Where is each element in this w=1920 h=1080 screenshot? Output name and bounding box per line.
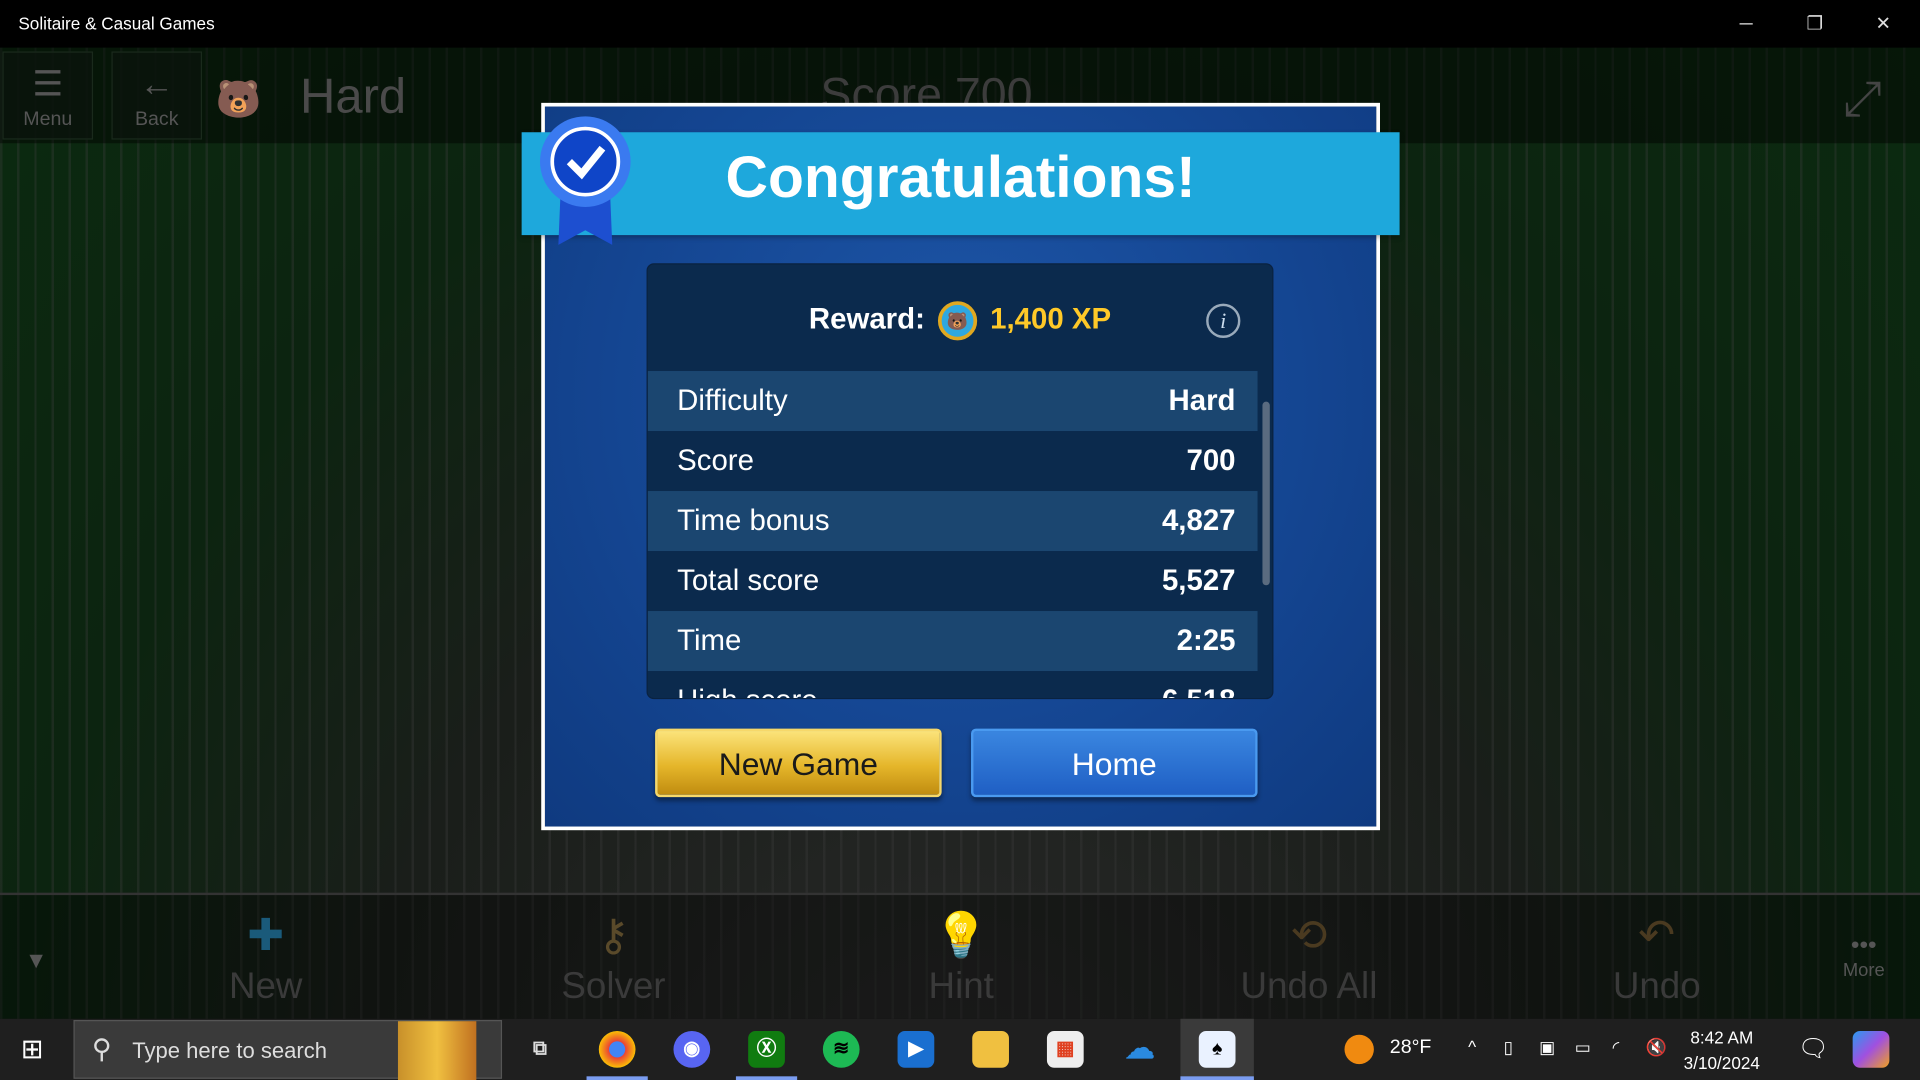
menu-button[interactable]: ☰ Menu bbox=[2, 51, 94, 140]
game-bottom-bar: ▾ ✚ New ⚷ Solver 💡 Hint ⟲ Undo All ↶ Undo •••… bbox=[0, 892, 1920, 1019]
hamburger-icon: ☰ bbox=[32, 64, 64, 103]
dialog-title: Congratulations! bbox=[725, 145, 1196, 211]
more-button[interactable]: ••• More bbox=[1843, 932, 1885, 981]
results-scrollbar[interactable] bbox=[1262, 401, 1270, 586]
weather-sun-icon[interactable] bbox=[1344, 1034, 1374, 1065]
clock[interactable]: 8:42 AM 3/10/2024 bbox=[1684, 1025, 1760, 1076]
active-indicator bbox=[735, 1076, 798, 1080]
hint-button[interactable]: 💡 Hint bbox=[876, 905, 1047, 1008]
search-placeholder: Type here to search bbox=[132, 1038, 328, 1063]
solitaire-icon: ♠ bbox=[1198, 1031, 1236, 1068]
discord-icon[interactable]: ◉ bbox=[673, 1031, 711, 1068]
result-row: High score6,518 bbox=[648, 671, 1258, 697]
results-panel: Reward: 🐻 1,400 XP i Difficulty Hard Scor… bbox=[646, 263, 1274, 700]
notifications-icon[interactable]: 🗨 bbox=[1798, 1033, 1829, 1064]
result-row: Time 2:25 bbox=[647, 611, 1258, 672]
security-icon[interactable]: ▣ bbox=[1539, 1037, 1555, 1058]
device-icon[interactable]: ▯ bbox=[1504, 1037, 1513, 1058]
back-button[interactable]: ← Back bbox=[111, 51, 203, 140]
active-indicator bbox=[1180, 1076, 1254, 1080]
undo-icon: ↶ bbox=[1638, 909, 1676, 961]
plus-icon: ✚ bbox=[247, 909, 285, 961]
solver-label: Solver bbox=[561, 966, 666, 1007]
search-highlight-image bbox=[397, 1021, 477, 1080]
close-button[interactable]: ✕ bbox=[1855, 7, 1911, 41]
undo-all-label: Undo All bbox=[1240, 966, 1378, 1007]
back-arrow-icon: ← bbox=[139, 64, 174, 103]
result-row: Time bonus 4,827 bbox=[647, 491, 1258, 552]
key-icon: ⚷ bbox=[597, 909, 630, 961]
reward-label: Reward: bbox=[808, 302, 925, 336]
lightbulb-icon: 💡 bbox=[933, 909, 989, 961]
undo-all-icon: ⟲ bbox=[1290, 909, 1328, 961]
award-ribbon-icon bbox=[540, 116, 631, 245]
taskbar: ⊞ ⚲ Type here to search ⧉ ◉ Ⓧ ≋ ▶ ▦ ☁ ♠ … bbox=[0, 1018, 1920, 1080]
reward-line: Reward: 🐻 1,400 XP bbox=[648, 301, 1272, 341]
more-label: More bbox=[1842, 960, 1885, 981]
new-label: New bbox=[228, 966, 303, 1007]
info-icon[interactable]: i bbox=[1206, 303, 1241, 338]
back-label: Back bbox=[134, 108, 179, 130]
solitaire-taskbar-button[interactable]: ♠ bbox=[1180, 1018, 1254, 1080]
windows-start-icon[interactable]: ⊞ bbox=[21, 1033, 44, 1065]
weather-temp[interactable]: 28°F bbox=[1390, 1037, 1432, 1059]
menu-label: Menu bbox=[23, 108, 73, 130]
reward-value: 1,400 XP bbox=[990, 302, 1112, 336]
difficulty-label: Hard bbox=[300, 69, 407, 124]
polar-bear-icon: 🐻 bbox=[215, 79, 262, 121]
fullscreen-icon[interactable]: ⤢ bbox=[1843, 72, 1882, 127]
copilot-icon[interactable] bbox=[1852, 1031, 1890, 1068]
microsoft-store-icon[interactable]: ▦ bbox=[1046, 1031, 1084, 1068]
restore-button[interactable]: ❐ bbox=[1787, 7, 1843, 41]
collapse-icon[interactable]: ▾ bbox=[29, 944, 43, 976]
window-title: Solitaire & Casual Games bbox=[18, 13, 215, 34]
result-row: Score 700 bbox=[677, 444, 1236, 478]
media-player-icon[interactable]: ▶ bbox=[897, 1031, 935, 1068]
solver-button[interactable]: ⚷ Solver bbox=[528, 905, 699, 1008]
xbox-icon[interactable]: Ⓧ bbox=[748, 1031, 785, 1068]
title-bar: Solitaire & Casual Games ─ ❐ ✕ bbox=[0, 0, 1920, 48]
new-game-button[interactable]: New Game bbox=[655, 728, 942, 798]
minimize-button[interactable]: ─ bbox=[1718, 7, 1774, 41]
undo-all-button[interactable]: ⟲ Undo All bbox=[1223, 905, 1394, 1008]
hint-label: Hint bbox=[928, 966, 994, 1007]
task-view-icon[interactable]: ⧉ bbox=[522, 1031, 559, 1068]
search-box[interactable]: ⚲ Type here to search bbox=[73, 1020, 503, 1080]
undo-button[interactable]: ↶ Undo bbox=[1571, 905, 1742, 1008]
new-button[interactable]: ✚ New bbox=[180, 905, 351, 1008]
search-icon: ⚲ bbox=[91, 1033, 112, 1065]
file-explorer-icon[interactable] bbox=[972, 1031, 1009, 1068]
dialog-banner: Congratulations! bbox=[521, 132, 1400, 236]
home-button[interactable]: Home bbox=[971, 728, 1258, 798]
spotify-icon[interactable]: ≋ bbox=[822, 1031, 860, 1068]
active-indicator bbox=[586, 1076, 648, 1080]
undo-label: Undo bbox=[1612, 966, 1701, 1007]
chevron-up-icon[interactable]: ^ bbox=[1468, 1037, 1476, 1057]
chrome-icon[interactable] bbox=[598, 1031, 636, 1068]
battery-icon[interactable]: ▭ bbox=[1575, 1037, 1591, 1058]
speaker-muted-icon[interactable]: 🔇 bbox=[1646, 1037, 1667, 1058]
xp-coin-icon: 🐻 bbox=[937, 301, 978, 341]
result-row: Difficulty Hard bbox=[647, 371, 1258, 432]
onedrive-icon[interactable]: ☁ bbox=[1122, 1031, 1159, 1068]
wifi-icon[interactable]: ◜ bbox=[1613, 1037, 1620, 1058]
result-row: Total score 5,527 bbox=[677, 564, 1236, 598]
more-dots-icon: ••• bbox=[1850, 931, 1877, 959]
